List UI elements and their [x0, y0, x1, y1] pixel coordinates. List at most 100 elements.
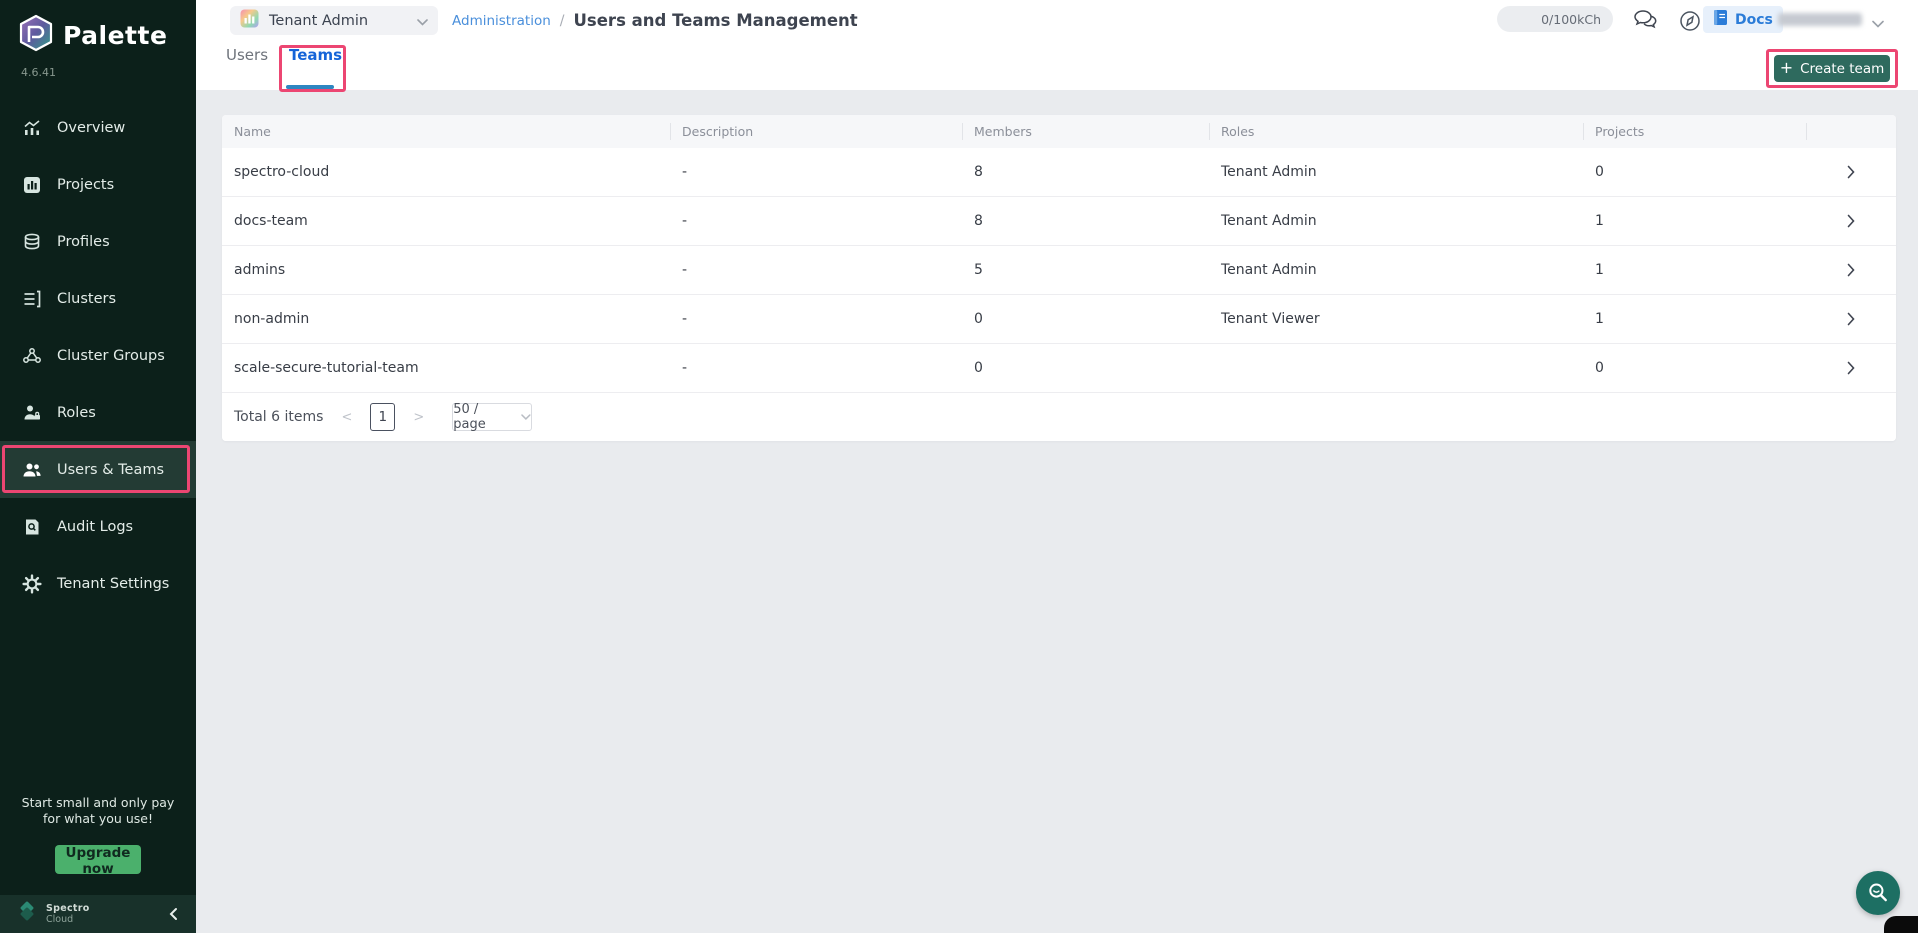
pagination-total: Total 6 items [234, 409, 323, 425]
sidebar-item-clusters[interactable]: Clusters [0, 270, 196, 327]
page-title: Users and Teams Management [574, 11, 858, 30]
sidebar-item-users-teams[interactable]: Users & Teams [0, 441, 196, 498]
cell-members: 0 [962, 311, 1209, 327]
chat-icon[interactable] [1633, 8, 1660, 32]
sidebar-item-audit-logs[interactable]: Audit Logs [0, 498, 196, 555]
sidebar-item-label: Tenant Settings [57, 576, 169, 592]
cell-description: - [670, 311, 962, 327]
pagination-prev-button[interactable]: < [339, 410, 354, 425]
cell-name: non-admin [222, 311, 670, 327]
cell-projects: 0 [1583, 164, 1806, 180]
row-chevron-right-icon[interactable] [1847, 165, 1855, 179]
sidebar-item-label: Overview [57, 120, 125, 136]
gear-icon [22, 574, 42, 594]
tab-users[interactable]: Users [226, 46, 268, 64]
palette-logo[interactable]: Palette [18, 14, 167, 56]
row-chevron-right-icon[interactable] [1847, 361, 1855, 375]
cell-description: - [670, 360, 962, 376]
cell-roles: Tenant Viewer [1209, 311, 1583, 327]
usage-counter-value: 0/100kCh [1541, 12, 1601, 27]
table-row-scale-secure-tutorial-team[interactable]: scale-secure-tutorial-team - 0 0 [222, 344, 1896, 393]
upgrade-now-button[interactable]: Upgrade now [55, 845, 141, 874]
scope-label: Tenant Admin [269, 13, 368, 29]
promo-line-2: for what you use! [0, 811, 196, 827]
sidebar-item-overview[interactable]: Overview [0, 99, 196, 156]
sidebar-item-profiles[interactable]: Profiles [0, 213, 196, 270]
cell-description: - [670, 262, 962, 278]
logo-text: Palette [63, 21, 167, 50]
column-header-roles: Roles [1209, 115, 1583, 148]
sidebar-item-label: Projects [57, 177, 114, 193]
chevron-down-icon [521, 414, 531, 420]
pagination-page-1[interactable]: 1 [370, 403, 395, 431]
brand-line-1: Spectro [46, 903, 90, 914]
spectro-cloud-brand: Spectro Cloud [16, 901, 90, 927]
user-menu[interactable] [1778, 13, 1862, 26]
sidebar-footer: Spectro Cloud [0, 895, 196, 933]
profiles-icon [22, 232, 42, 252]
usage-counter: 0/100kCh [1497, 6, 1613, 32]
cell-projects: 0 [1583, 360, 1806, 376]
tab-teams[interactable]: Teams [289, 46, 342, 64]
pagination-next-button[interactable]: > [411, 410, 426, 425]
cell-members: 5 [962, 262, 1209, 278]
sidebar: Palette 4.6.41 Overview [0, 0, 196, 933]
help-search-fab[interactable] [1856, 871, 1900, 915]
upgrade-promo: Start small and only pay for what you us… [0, 795, 196, 827]
user-chevron-down-icon[interactable] [1872, 13, 1884, 32]
table-row-spectro-cloud[interactable]: spectro-cloud - 8 Tenant Admin 0 [222, 148, 1896, 197]
clusters-icon [22, 289, 42, 309]
row-chevron-right-icon[interactable] [1847, 312, 1855, 326]
sidebar-item-roles[interactable]: Roles [0, 384, 196, 441]
docs-button[interactable]: Docs [1703, 6, 1783, 33]
row-chevron-right-icon[interactable] [1847, 214, 1855, 228]
topbar: Tenant Admin Administration / Users and … [196, 0, 1918, 90]
projects-icon [22, 175, 42, 195]
sidebar-item-cluster-groups[interactable]: Cluster Groups [0, 327, 196, 384]
sidebar-item-label: Clusters [57, 291, 116, 307]
docs-label: Docs [1735, 12, 1773, 28]
table-row-non-admin[interactable]: non-admin - 0 Tenant Viewer 1 [222, 295, 1896, 344]
breadcrumb-separator: / [560, 13, 565, 29]
sidebar-item-label: Profiles [57, 234, 110, 250]
tenant-scope-icon [240, 9, 259, 32]
compass-icon[interactable] [1678, 9, 1702, 33]
cell-members: 0 [962, 360, 1209, 376]
brand-line-2: Cloud [46, 914, 90, 925]
page-size-value: 50 / page [453, 402, 513, 432]
row-chevron-right-icon[interactable] [1847, 263, 1855, 277]
column-header-members: Members [962, 115, 1209, 148]
audit-logs-icon [22, 517, 42, 537]
chevron-down-icon [417, 11, 428, 30]
sidebar-nav: Overview Projects [0, 99, 196, 612]
active-tab-underline [286, 85, 334, 89]
sidebar-item-label: Audit Logs [57, 519, 133, 535]
roles-icon [22, 403, 42, 423]
breadcrumb: Administration / Users and Teams Managem… [452, 0, 858, 41]
column-header-projects: Projects [1583, 115, 1806, 148]
spectro-cloud-logo-icon [16, 901, 38, 927]
cell-projects: 1 [1583, 262, 1806, 278]
scope-selector[interactable]: Tenant Admin [230, 6, 438, 35]
cell-description: - [670, 164, 962, 180]
cell-name: admins [222, 262, 670, 278]
page-size-select[interactable]: 50 / page [452, 403, 532, 431]
cell-roles: Tenant Admin [1209, 164, 1583, 180]
table-row-admins[interactable]: admins - 5 Tenant Admin 1 [222, 246, 1896, 295]
table-row-docs-team[interactable]: docs-team - 8 Tenant Admin 1 [222, 197, 1896, 246]
create-team-button[interactable]: + Create team [1774, 55, 1890, 82]
breadcrumb-link-administration[interactable]: Administration [452, 13, 551, 29]
cell-projects: 1 [1583, 311, 1806, 327]
sidebar-item-tenant-settings[interactable]: Tenant Settings [0, 555, 196, 612]
cell-description: - [670, 213, 962, 229]
main-content: Name Description Members Roles Projects … [196, 90, 1918, 933]
sidebar-item-projects[interactable]: Projects [0, 156, 196, 213]
sidebar-collapse-button[interactable] [168, 907, 180, 921]
palette-app: Palette 4.6.41 Overview [0, 0, 1918, 933]
cell-members: 8 [962, 213, 1209, 229]
column-header-actions [1806, 115, 1896, 148]
cell-members: 8 [962, 164, 1209, 180]
app-version: 4.6.41 [21, 66, 56, 79]
create-team-label: Create team [1800, 61, 1884, 77]
cell-projects: 1 [1583, 213, 1806, 229]
